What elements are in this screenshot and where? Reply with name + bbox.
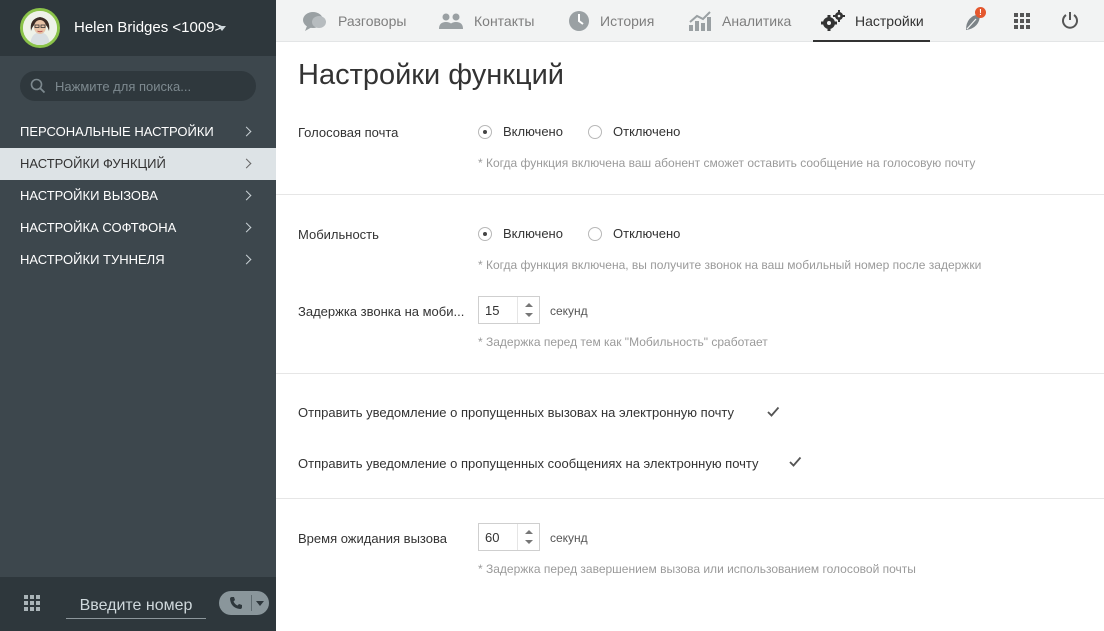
tab-conversations[interactable]: Разговоры — [302, 0, 406, 42]
chevron-right-icon — [241, 190, 252, 201]
chevron-right-icon — [241, 126, 252, 137]
section-divider — [276, 498, 1104, 499]
search-box[interactable] — [20, 71, 256, 101]
mobility-delay-hint: * Задержка перед тем как "Мобильность" с… — [478, 335, 768, 349]
radio-label[interactable]: Включено — [503, 124, 563, 139]
radio-label[interactable]: Включено — [503, 226, 563, 241]
mobility-delay-unit: секунд — [550, 304, 588, 318]
voicemail-label: Голосовая почта — [298, 125, 399, 140]
call-timeout-hint: * Задержка перед завершением вызова или … — [478, 562, 916, 576]
chevron-right-icon — [241, 222, 252, 233]
tab-label: Разговоры — [338, 13, 407, 29]
sidebar-item-label: НАСТРОЙКИ ФУНКЦИЙ — [20, 156, 166, 171]
sidebar-item-tunnel-settings[interactable]: НАСТРОЙКИ ТУННЕЛЯ — [0, 244, 276, 276]
stepper-down-icon[interactable] — [525, 540, 533, 544]
call-timeout-stepper[interactable] — [478, 523, 540, 551]
sidebar-item-label: НАСТРОЙКИ ВЫЗОВА — [20, 188, 158, 203]
tab-settings[interactable]: Настройки — [813, 0, 930, 42]
power-icon — [1062, 12, 1078, 29]
section-divider — [276, 194, 1104, 195]
mobility-off-radio[interactable]: Отключено — [588, 226, 680, 241]
stepper-up-icon[interactable] — [525, 303, 533, 307]
tab-analytics[interactable]: Аналитика — [688, 0, 791, 42]
chevron-right-icon — [241, 158, 252, 169]
voicemail-on-radio[interactable]: Включено — [478, 124, 563, 139]
tab-label: Контакты — [474, 13, 535, 29]
sidebar-item-call-settings[interactable]: НАСТРОЙКИ ВЫЗОВА — [0, 180, 276, 212]
mobility-on-radio[interactable]: Включено — [478, 226, 563, 241]
dial-number-input[interactable] — [66, 593, 206, 619]
gears-icon — [821, 10, 845, 31]
user-header[interactable]: Helen Bridges <1009> — [0, 0, 276, 56]
call-button[interactable] — [219, 591, 269, 615]
missed-calls-email-checkbox[interactable] — [766, 405, 780, 419]
radio-indicator[interactable] — [478, 226, 492, 241]
search-input[interactable] — [55, 71, 245, 101]
tab-label: История — [600, 13, 655, 29]
analytics-icon — [689, 11, 711, 31]
call-timeout-input[interactable] — [479, 524, 519, 550]
mobility-delay-input[interactable] — [479, 297, 519, 323]
sidebar-item-personal-settings[interactable]: ПЕРСОНАЛЬНЫЕ НАСТРОЙКИ — [0, 116, 276, 148]
call-button-divider — [251, 595, 252, 611]
section-divider — [276, 373, 1104, 374]
missed-messages-email-checkbox[interactable] — [788, 455, 802, 469]
clock-icon — [569, 11, 589, 31]
power-button[interactable] — [1061, 11, 1079, 32]
tab-history[interactable]: История — [568, 0, 654, 42]
search-icon — [30, 78, 46, 94]
tab-contacts[interactable]: Контакты — [438, 0, 534, 42]
sidebar-item-label: ПЕРСОНАЛЬНЫЕ НАСТРОЙКИ — [20, 124, 214, 139]
call-timeout-label: Время ожидания вызова — [298, 531, 447, 546]
voicemail-hint: * Когда функция включена ваш абонент смо… — [478, 156, 976, 170]
sidebar-item-label: НАСТРОЙКА СОФТФОНА — [20, 220, 177, 235]
voicemail-off-radio[interactable]: Отключено — [588, 124, 680, 139]
stepper-down-icon[interactable] — [525, 313, 533, 317]
tab-label: Настройки — [855, 13, 924, 29]
apps-grid-icon — [1014, 13, 1030, 29]
sidebar: Helen Bridges <1009> ПЕРСОНАЛЬНЫЕ НАСТРО… — [0, 0, 276, 631]
missed-calls-email-label: Отправить уведомление о пропущенных вызо… — [298, 405, 735, 420]
user-name[interactable]: Helen Bridges <1009> — [74, 19, 223, 36]
phone-icon — [230, 597, 242, 609]
sidebar-item-label: НАСТРОЙКИ ТУННЕЛЯ — [20, 252, 165, 267]
sidebar-item-feature-settings[interactable]: НАСТРОЙКИ ФУНКЦИЙ — [0, 148, 276, 180]
mobility-hint: * Когда функция включена, вы получите зв… — [478, 258, 982, 272]
missed-messages-email-label: Отправить уведомление о пропущенных сооб… — [298, 456, 759, 471]
page-title: Настройки функций — [298, 59, 564, 91]
top-nav: Разговоры Контакты История Аналитика Нас… — [276, 0, 1104, 42]
avatar[interactable] — [20, 8, 60, 48]
stepper-arrows — [517, 297, 539, 323]
chat-icon — [303, 12, 326, 31]
chevron-down-icon[interactable] — [256, 601, 264, 606]
tab-label: Аналитика — [722, 13, 792, 29]
stepper-arrows — [517, 524, 539, 550]
notifications-button[interactable]: ! — [964, 7, 986, 35]
contacts-icon — [439, 13, 463, 29]
main-content: Настройки функций Голосовая почта Включе… — [276, 43, 1104, 631]
radio-label[interactable]: Отключено — [613, 124, 680, 139]
call-timeout-unit: секунд — [550, 531, 588, 545]
radio-indicator[interactable] — [478, 124, 492, 139]
sidebar-nav: ПЕРСОНАЛЬНЫЕ НАСТРОЙКИ НАСТРОЙКИ ФУНКЦИЙ… — [0, 116, 276, 276]
sidebar-item-softphone-settings[interactable]: НАСТРОЙКА СОФТФОНА — [0, 212, 276, 244]
stepper-up-icon[interactable] — [525, 530, 533, 534]
notification-badge: ! — [975, 7, 986, 18]
dialpad-icon[interactable] — [24, 595, 40, 611]
mobility-delay-stepper[interactable] — [478, 296, 540, 324]
mobility-label: Мобильность — [298, 227, 379, 242]
mobility-delay-label: Задержка звонка на моби... — [298, 304, 465, 319]
chevron-down-icon[interactable] — [218, 26, 226, 31]
radio-label[interactable]: Отключено — [613, 226, 680, 241]
radio-indicator[interactable] — [588, 124, 602, 139]
chevron-right-icon — [241, 254, 252, 265]
radio-indicator[interactable] — [588, 226, 602, 241]
apps-button[interactable] — [1014, 13, 1030, 32]
